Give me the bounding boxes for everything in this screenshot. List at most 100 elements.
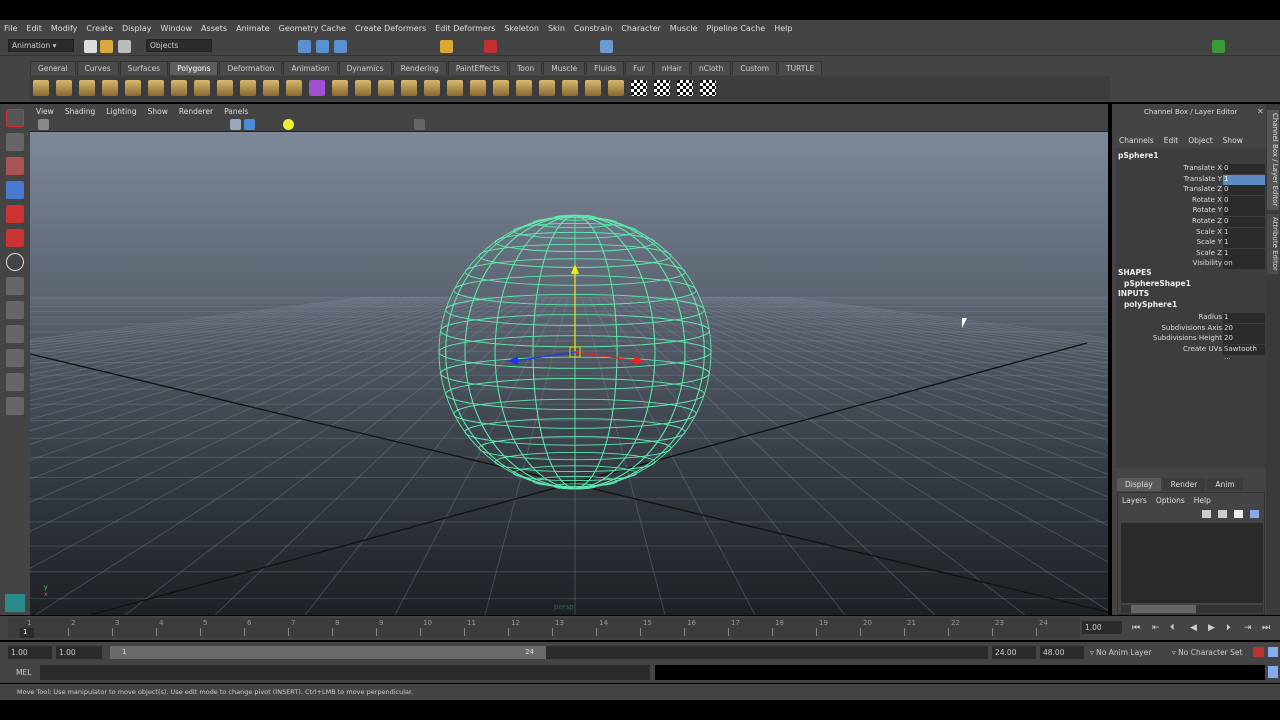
- layout-hypershade-icon[interactable]: [6, 373, 24, 391]
- layer-tab-display[interactable]: Display: [1117, 478, 1161, 491]
- channel-row[interactable]: Rotate Z0: [1116, 217, 1266, 227]
- shelf-tool-icon[interactable]: [79, 80, 95, 96]
- shelf-tool-icon[interactable]: [562, 80, 578, 96]
- channel-row[interactable]: Scale X1: [1116, 227, 1266, 238]
- channel-menu-edit[interactable]: Edit: [1164, 136, 1179, 145]
- channel-row[interactable]: Rotate Y0: [1116, 206, 1266, 217]
- menu-muscle[interactable]: Muscle: [670, 24, 698, 33]
- move-manip-z[interactable]: [513, 351, 576, 362]
- shelf-tab-custom[interactable]: Custom: [732, 61, 778, 75]
- shelf-tool-icon[interactable]: [654, 80, 670, 96]
- step-forward-key-button[interactable]: ⇥: [1244, 623, 1252, 633]
- channel-value[interactable]: 0: [1223, 195, 1265, 206]
- shelf-tab-animation[interactable]: Animation: [283, 61, 338, 75]
- lasso-tool-icon[interactable]: [6, 133, 24, 151]
- shelf-tab-fluids[interactable]: Fluids: [586, 61, 625, 75]
- layer-menu-help[interactable]: Help: [1194, 496, 1211, 505]
- new-layer-selected-icon[interactable]: [1218, 510, 1227, 518]
- step-forward-frame-button[interactable]: ⏵: [1226, 623, 1231, 633]
- shelf-tool-icon[interactable]: [286, 80, 302, 96]
- channel-row[interactable]: Visibility on: [1116, 259, 1266, 270]
- shelf-tool-icon[interactable]: [332, 80, 348, 96]
- viewport-persp[interactable]: persp yx: [0, 132, 1280, 628]
- channel-row[interactable]: Translate X0: [1116, 164, 1266, 174]
- menu-geometry-cache[interactable]: Geometry Cache: [279, 24, 346, 33]
- channel-value[interactable]: 0: [1223, 164, 1265, 174]
- channel-value[interactable]: Sawtooth ...: [1223, 344, 1265, 361]
- menu-constrain[interactable]: Constrain: [574, 24, 612, 33]
- layout-four-icon[interactable]: [6, 301, 24, 319]
- layer-scrollbar[interactable]: [1121, 605, 1263, 613]
- menu-skin[interactable]: Skin: [548, 24, 565, 33]
- shelf-tab-nhair[interactable]: nHair: [653, 61, 690, 75]
- channel-row[interactable]: Rotate X0: [1116, 195, 1266, 206]
- layer-list[interactable]: [1121, 523, 1263, 603]
- channel-value[interactable]: 20: [1223, 323, 1265, 334]
- viewport-menu-panels[interactable]: Panels: [224, 107, 248, 116]
- open-scene-icon[interactable]: [100, 40, 113, 53]
- channel-row[interactable]: Scale Y1: [1116, 238, 1266, 249]
- paint-select-icon[interactable]: [6, 157, 24, 175]
- wireframe-icon[interactable]: [230, 119, 241, 130]
- layer-menu-options[interactable]: Options: [1156, 496, 1185, 505]
- shelf-tool-icon[interactable]: [493, 80, 509, 96]
- channel-value[interactable]: 20: [1223, 334, 1265, 345]
- layer-menu-layers[interactable]: Layers: [1122, 496, 1147, 505]
- shelf-tool-icon[interactable]: [608, 80, 624, 96]
- preferences-icon[interactable]: [1268, 647, 1278, 657]
- current-time-field[interactable]: 1.00: [1082, 621, 1122, 634]
- play-forward-button[interactable]: ▶: [1208, 623, 1215, 633]
- create-layer-from-selected-icon[interactable]: [1250, 510, 1259, 518]
- channel-value[interactable]: 0: [1223, 217, 1265, 227]
- channel-value[interactable]: 1: [1223, 248, 1265, 259]
- shelf-tool-icon[interactable]: [171, 80, 187, 96]
- close-panel-icon[interactable]: ✕: [1257, 107, 1264, 116]
- channel-menu-show[interactable]: Show: [1223, 136, 1243, 145]
- tab-attribute-editor[interactable]: Attribute Editor: [1267, 214, 1279, 274]
- auto-key-icon[interactable]: [1253, 647, 1264, 657]
- shelf-tool-icon[interactable]: [585, 80, 601, 96]
- select-tool-icon[interactable]: [6, 109, 24, 127]
- channel-value[interactable]: on: [1223, 259, 1265, 270]
- end-time-field[interactable]: 48.00: [1040, 646, 1084, 659]
- lock-icon[interactable]: [440, 40, 453, 53]
- shelf-tool-icon[interactable]: [539, 80, 555, 96]
- menu-pipeline-cache[interactable]: Pipeline Cache: [706, 24, 765, 33]
- script-editor-icon[interactable]: [1268, 666, 1278, 678]
- channel-row[interactable]: Translate Z0: [1116, 185, 1266, 196]
- go-to-start-button[interactable]: ⏮: [1132, 623, 1140, 633]
- input-name[interactable]: polySphere1: [1124, 300, 1177, 309]
- shelf-tool-icon[interactable]: [240, 80, 256, 96]
- render-view-icon[interactable]: [600, 40, 613, 53]
- shelf-tab-surfaces[interactable]: Surfaces: [119, 61, 169, 75]
- shelf-tool-icon[interactable]: [378, 80, 394, 96]
- menu-modify[interactable]: Modify: [51, 24, 78, 33]
- tab-channel-box[interactable]: Channel Box / Layer Editor: [1267, 110, 1279, 210]
- manip-y-arrow[interactable]: [571, 264, 579, 274]
- shelf-tool-icon[interactable]: [470, 80, 486, 96]
- snap-grid-icon[interactable]: [298, 40, 311, 53]
- menu-set-dropdown[interactable]: Animation ▾: [8, 39, 74, 52]
- shelf-tab-painteffects[interactable]: PaintEffects: [447, 61, 508, 75]
- shelf-tab-deformation[interactable]: Deformation: [219, 61, 283, 75]
- mel-input[interactable]: [40, 665, 650, 680]
- viewport-menu-view[interactable]: View: [36, 107, 54, 116]
- snap-curve-icon[interactable]: [316, 40, 329, 53]
- menu-assets[interactable]: Assets: [201, 24, 227, 33]
- shelf-tab-turtle[interactable]: TURTLE: [778, 61, 823, 75]
- channel-value[interactable]: 0: [1223, 185, 1265, 196]
- new-scene-icon[interactable]: [84, 40, 97, 53]
- menu-skeleton[interactable]: Skeleton: [504, 24, 539, 33]
- playback-start-field[interactable]: 1.00: [56, 646, 102, 659]
- menu-edit[interactable]: Edit: [26, 24, 42, 33]
- layout-script-icon[interactable]: [6, 397, 24, 415]
- go-to-end-button[interactable]: ⏭: [1262, 623, 1270, 633]
- shelf-tool-icon[interactable]: [700, 80, 716, 96]
- shelf-tab-ncloth[interactable]: nCloth: [690, 61, 732, 75]
- camera-icon[interactable]: [38, 119, 49, 130]
- menu-display[interactable]: Display: [122, 24, 152, 33]
- shelf-tool-icon[interactable]: [516, 80, 532, 96]
- layout-single-icon[interactable]: [6, 277, 24, 295]
- channel-row[interactable]: Scale Z1: [1116, 248, 1266, 259]
- shelf-tab-curves[interactable]: Curves: [76, 61, 119, 75]
